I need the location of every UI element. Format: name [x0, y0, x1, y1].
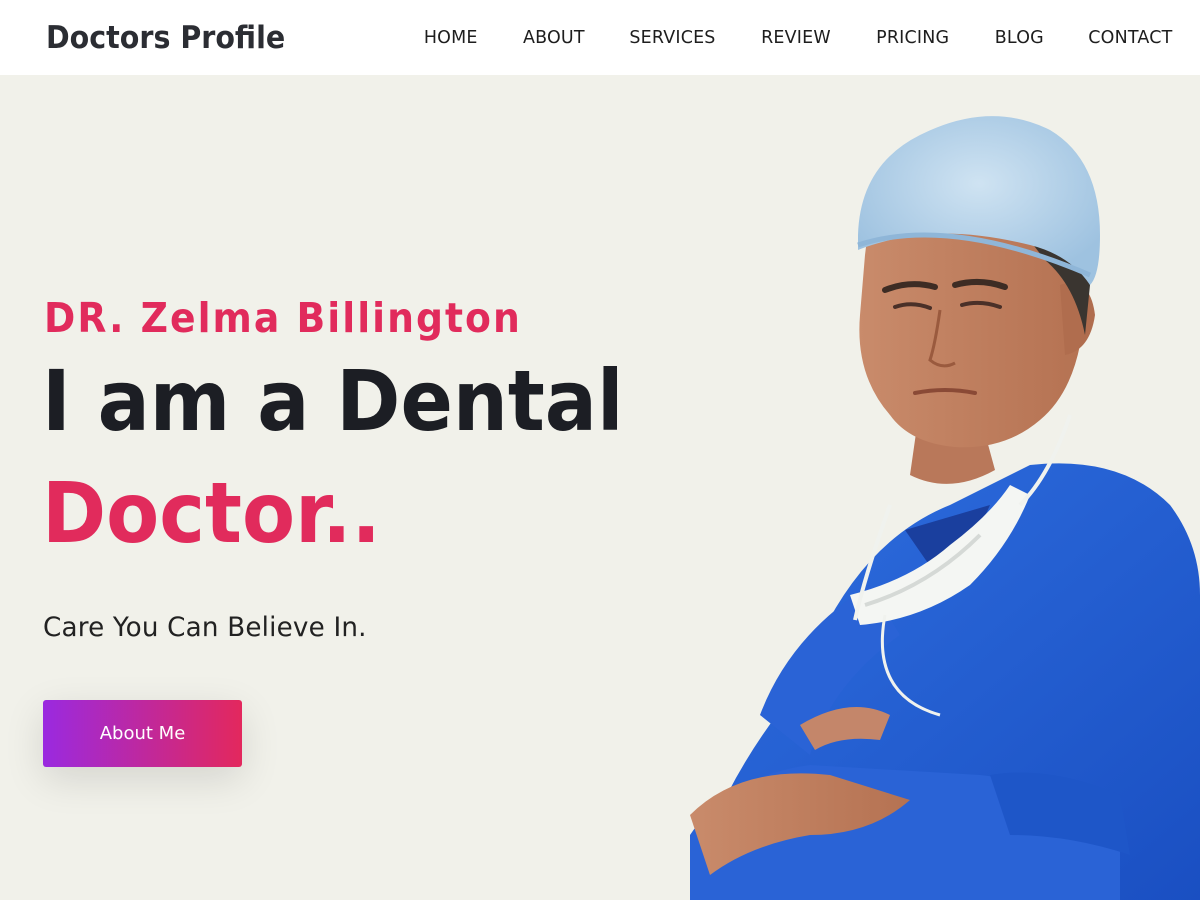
doctor-name: DR. Zelma Billington: [44, 294, 522, 342]
nav-link-blog[interactable]: BLOG: [994, 27, 1043, 48]
main-nav: HOME ABOUT SERVICES REVIEW PRICING BLOG …: [380, 27, 1174, 48]
nav-link-pricing[interactable]: PRICING: [876, 27, 949, 48]
tagline: Care You Can Believe In.: [43, 612, 367, 643]
top-navbar: Doctors Profile HOME ABOUT SERVICES REVI…: [0, 0, 1200, 75]
nav-link-review[interactable]: REVIEW: [761, 27, 831, 48]
brand-logo-link[interactable]: Doctors Profile: [46, 20, 285, 56]
headline-line-2: Doctor..: [42, 464, 381, 562]
nav-link-about[interactable]: ABOUT: [523, 27, 585, 48]
nav-link-contact[interactable]: CONTACT: [1089, 27, 1173, 48]
doctor-photo: [690, 116, 1200, 900]
nav-link-services[interactable]: SERVICES: [630, 27, 716, 48]
nav-link-home[interactable]: HOME: [424, 27, 478, 48]
about-me-button[interactable]: About Me: [43, 700, 242, 767]
headline-line-1: I am a Dental: [42, 352, 624, 450]
hero-section: DR. Zelma Billington I am a Dental Docto…: [0, 75, 1200, 900]
